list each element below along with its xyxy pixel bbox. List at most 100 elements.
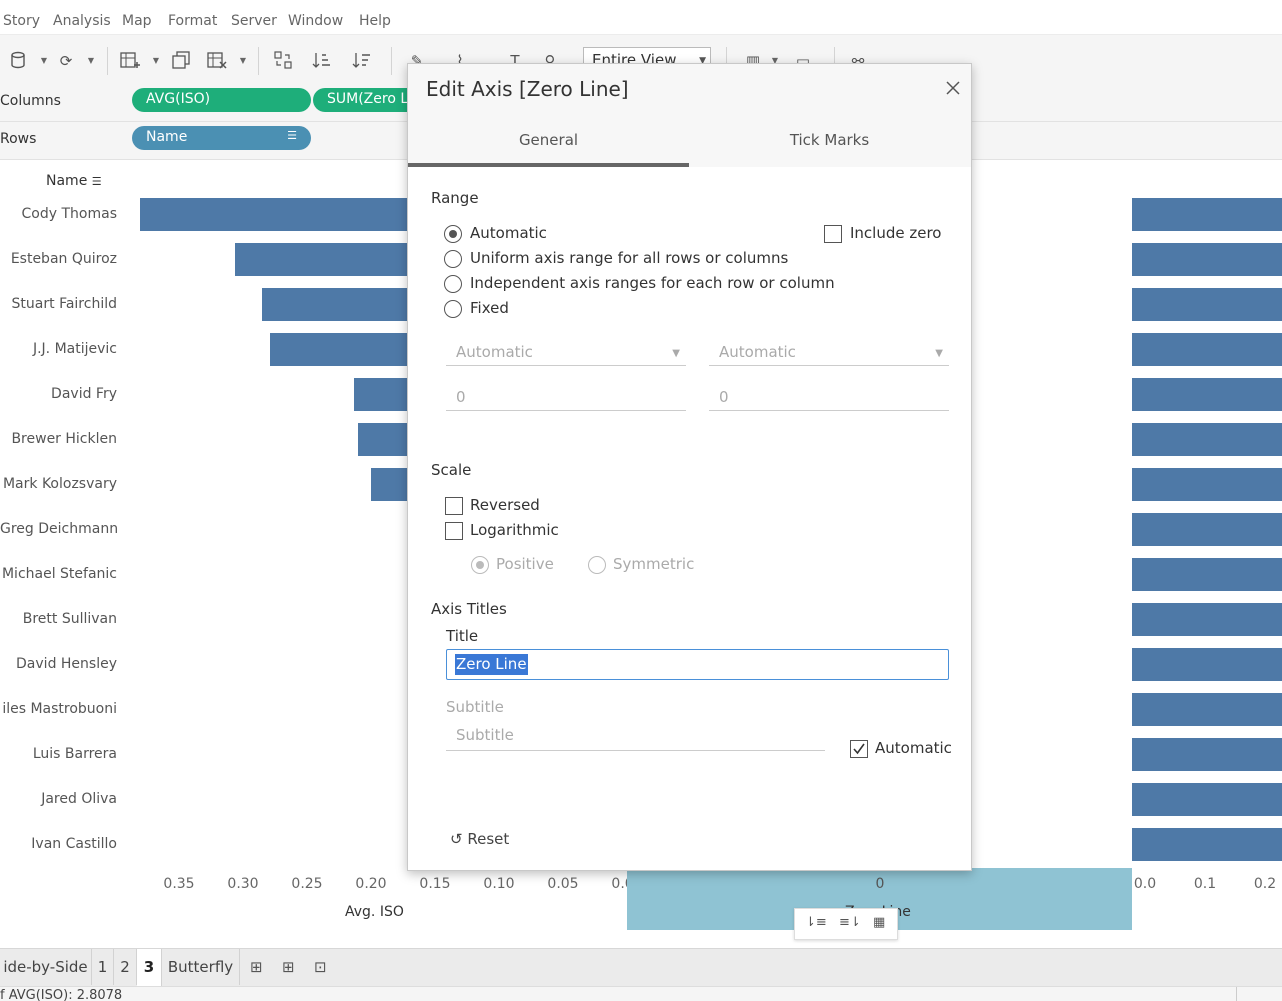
logarithmic-checkbox[interactable]	[445, 522, 463, 540]
menu-help[interactable]: Help	[359, 13, 391, 29]
right-bar[interactable]	[1132, 558, 1282, 591]
name-column-header[interactable]: Name ☰	[46, 173, 102, 189]
chevron-down-icon[interactable]: ▼	[238, 51, 248, 71]
chevron-down-icon[interactable]: ▼	[86, 51, 96, 71]
reversed-label[interactable]: Reversed	[470, 496, 540, 514]
tab-1[interactable]: 1	[92, 949, 114, 985]
tab-butterfly[interactable]: Butterfly	[162, 949, 240, 985]
row-label[interactable]: Luis Barrera	[0, 746, 117, 762]
iso-axis-title[interactable]: Avg. ISO	[345, 904, 404, 920]
new-story-icon[interactable]: ⊡	[314, 958, 327, 976]
avg-iso-pill[interactable]: AVG(ISO)	[132, 88, 311, 112]
reversed-checkbox[interactable]	[445, 497, 463, 515]
datasource-icon[interactable]	[8, 51, 28, 71]
status-bar: f AVG(ISO): 2.8078	[0, 986, 1282, 1001]
right-bar[interactable]	[1132, 198, 1282, 231]
row-label[interactable]: J.J. Matijevic	[0, 341, 117, 357]
right-axis-tick: 0.1	[1193, 876, 1217, 892]
subtitle-automatic-checkbox[interactable]	[850, 740, 868, 758]
swap-rows-columns-icon[interactable]	[273, 51, 293, 71]
row-label[interactable]: Jared Oliva	[0, 791, 117, 807]
range-start-input[interactable]: 0	[446, 385, 686, 411]
right-bar[interactable]	[1132, 288, 1282, 321]
sort-descending-icon[interactable]	[352, 51, 372, 71]
tab-2[interactable]: 2	[114, 949, 137, 985]
range-fixed-radio[interactable]	[444, 300, 462, 318]
refresh-icon[interactable]: ⟳	[56, 51, 76, 71]
sort-ascending-icon[interactable]: ⇂≡	[805, 915, 827, 930]
row-label[interactable]: Mark Kolozsvary	[0, 476, 117, 492]
subtitle-input[interactable]: Subtitle	[446, 724, 825, 751]
sort-ascending-icon[interactable]	[312, 51, 332, 71]
tab-tick-marks[interactable]: Tick Marks	[689, 121, 970, 167]
new-worksheet-icon[interactable]: ⊞	[250, 958, 263, 976]
chevron-down-icon[interactable]: ▼	[151, 51, 161, 71]
range-start-dropdown[interactable]: Automatic ▼	[446, 340, 686, 366]
right-bar[interactable]	[1132, 423, 1282, 456]
menu-server[interactable]: Server	[231, 13, 277, 29]
row-label[interactable]: David Hensley	[0, 656, 117, 672]
sort-icon[interactable]: ☰	[92, 175, 102, 188]
sort-descending-icon[interactable]: ≡⇂	[839, 915, 861, 930]
range-fixed-label[interactable]: Fixed	[470, 299, 509, 317]
right-bar[interactable]	[1132, 243, 1282, 276]
row-label[interactable]: iles Mastrobuoni	[0, 701, 117, 717]
chevron-down-icon[interactable]: ▼	[39, 51, 49, 71]
row-label[interactable]: Brett Sullivan	[0, 611, 117, 627]
range-automatic-label[interactable]: Automatic	[470, 224, 547, 242]
close-button[interactable]	[943, 78, 963, 98]
right-bar[interactable]	[1132, 378, 1282, 411]
axis-title-value[interactable]: Zero Line	[455, 654, 528, 675]
row-label[interactable]: Brewer Hicklen	[0, 431, 117, 447]
right-bar[interactable]	[1132, 783, 1282, 816]
right-bar[interactable]	[1132, 828, 1282, 861]
range-end-value: 0	[719, 388, 729, 406]
right-bar[interactable]	[1132, 603, 1282, 636]
subtitle-automatic-label[interactable]: Automatic	[875, 739, 952, 757]
row-label[interactable]: Michael Stefanic	[0, 566, 117, 582]
right-bar[interactable]	[1132, 468, 1282, 501]
right-bar[interactable]	[1132, 693, 1282, 726]
range-automatic-radio[interactable]	[444, 225, 462, 243]
grid-icon[interactable]: ▦	[873, 915, 885, 930]
menu-analysis[interactable]: Analysis	[53, 13, 111, 29]
range-uniform-radio[interactable]	[444, 250, 462, 268]
row-label[interactable]: Greg Deichmann	[0, 521, 117, 537]
menu-window[interactable]: Window	[288, 13, 343, 29]
right-bar[interactable]	[1132, 738, 1282, 771]
logarithmic-label[interactable]: Logarithmic	[470, 521, 559, 539]
clear-sheet-icon[interactable]	[207, 51, 227, 71]
range-uniform-label[interactable]: Uniform axis range for all rows or colum…	[470, 249, 788, 267]
reset-button[interactable]: ↺ Reset	[450, 830, 509, 848]
range-independent-radio[interactable]	[444, 275, 462, 293]
menu-format[interactable]: Format	[168, 13, 217, 29]
subtitle-field-label: Subtitle	[446, 698, 504, 716]
range-independent-label[interactable]: Independent axis ranges for each row or …	[470, 274, 835, 292]
tab-general[interactable]: General	[408, 121, 689, 167]
include-zero-label[interactable]: Include zero	[850, 224, 942, 242]
menu-story[interactable]: Story	[3, 13, 40, 29]
tab-side-by-side[interactable]: ide-by-Side	[0, 949, 92, 985]
right-bar[interactable]	[1132, 513, 1282, 546]
row-label[interactable]: Esteban Quiroz	[0, 251, 117, 267]
name-pill[interactable]: Name ☰	[132, 126, 311, 150]
title-field-label: Title	[446, 627, 479, 645]
tab-3[interactable]: 3	[137, 949, 162, 987]
duplicate-sheet-icon[interactable]	[171, 51, 191, 71]
row-label[interactable]: David Fry	[0, 386, 117, 402]
right-bar[interactable]	[1132, 648, 1282, 681]
new-worksheet-icon[interactable]	[120, 51, 140, 71]
range-end-dropdown[interactable]: Automatic ▼	[709, 340, 949, 366]
row-label[interactable]: Cody Thomas	[0, 206, 117, 222]
range-end-input[interactable]: 0	[709, 385, 949, 411]
menu-map[interactable]: Map	[122, 13, 152, 29]
row-label[interactable]: Stuart Fairchild	[0, 296, 117, 312]
include-zero-checkbox[interactable]	[824, 225, 842, 243]
tab-label: 3	[143, 958, 155, 976]
chevron-down-icon: ▼	[935, 348, 943, 359]
divider	[258, 47, 259, 75]
new-dashboard-icon[interactable]: ⊞	[282, 958, 295, 976]
name-header-label: Name	[46, 173, 88, 189]
row-label[interactable]: Ivan Castillo	[0, 836, 117, 852]
right-bar[interactable]	[1132, 333, 1282, 366]
